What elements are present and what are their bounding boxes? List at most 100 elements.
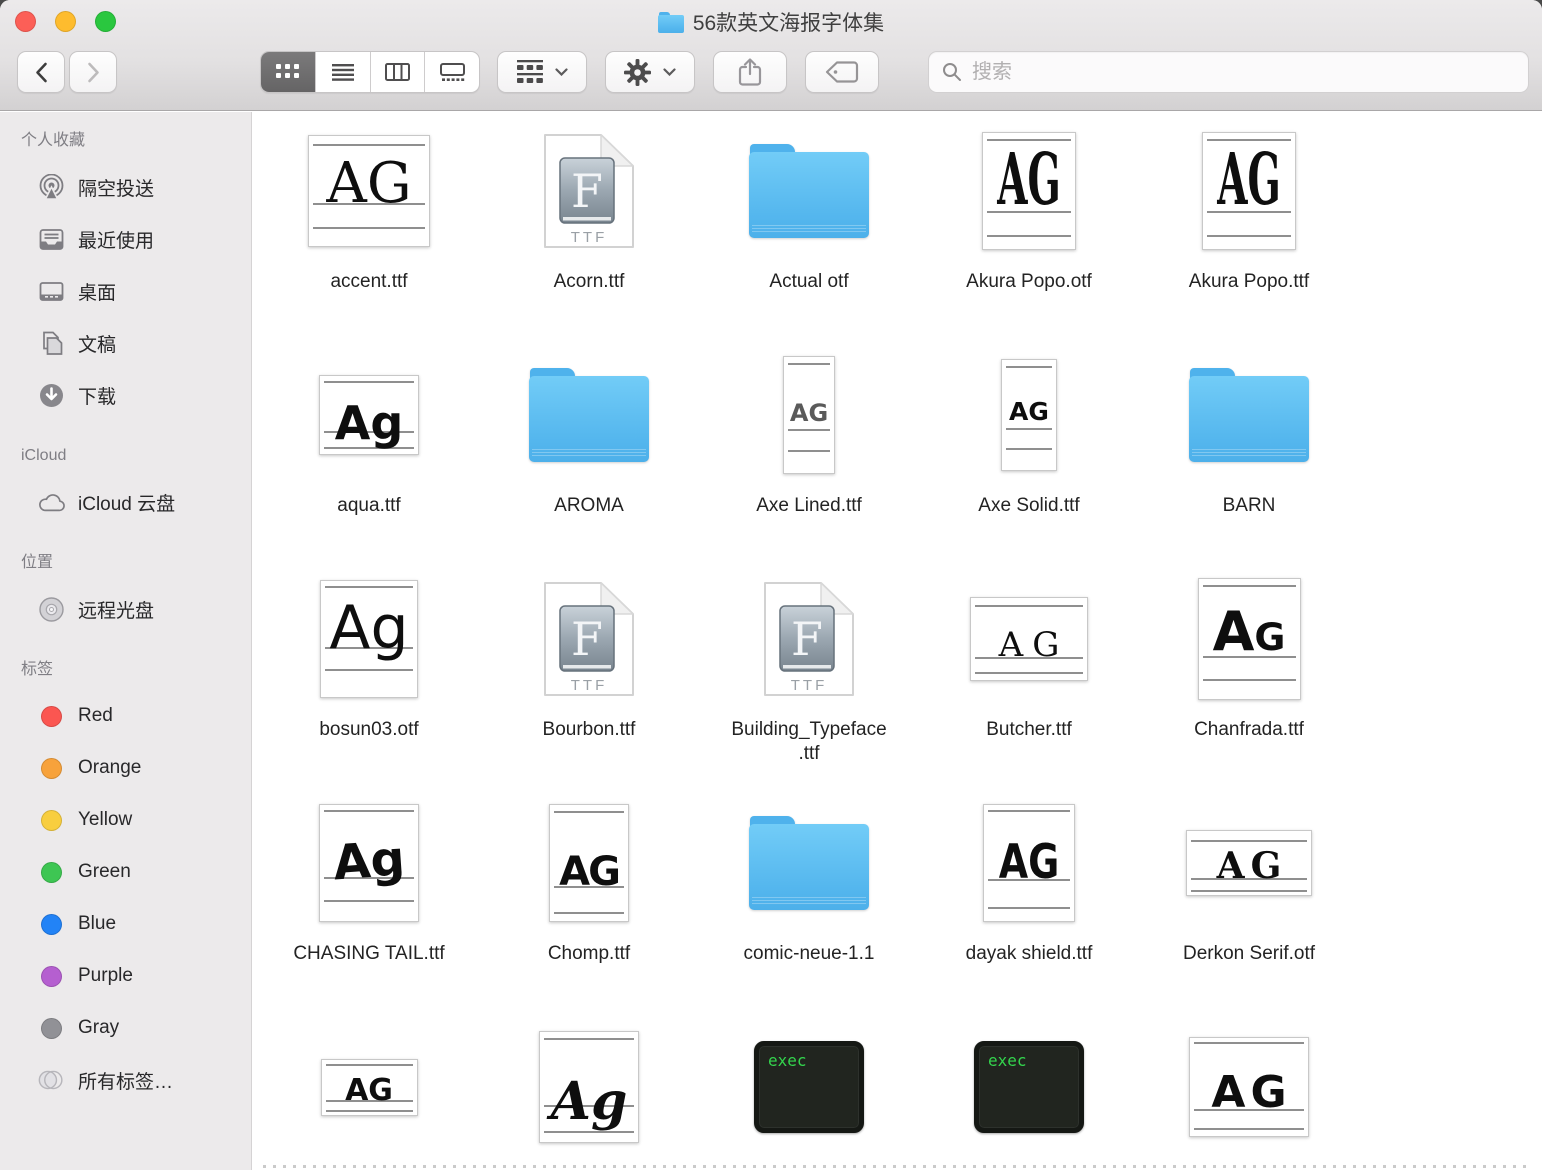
sidebar-item-airdrop[interactable]: 隔空投送 — [0, 161, 251, 213]
back-button[interactable] — [17, 51, 65, 93]
sidebar-item-all-tags[interactable]: 所有标签… — [0, 1054, 251, 1106]
view-columns-segment[interactable] — [371, 52, 426, 92]
preview-letters: Ag — [540, 1071, 638, 1132]
preview-letters: Ag — [320, 396, 418, 450]
sidebar-section-header: 标签 — [0, 658, 251, 682]
file-item[interactable]: AG — [1139, 1017, 1359, 1170]
sidebar-item-label: 文稿 — [78, 330, 116, 357]
window-title-area: 56款英文海报字体集 — [0, 9, 1542, 35]
file-item[interactable]: AGaccent.ttf — [259, 121, 479, 345]
file-item[interactable]: comic-neue-1.1 — [699, 793, 919, 1017]
sidebar-item-tag-green[interactable]: Green — [0, 846, 251, 898]
group-by-button[interactable] — [497, 51, 587, 93]
file-item[interactable]: AGAkura Popo.ttf — [1139, 121, 1359, 345]
tag-color-dot — [41, 966, 62, 987]
sidebar-item-tag-orange[interactable]: Orange — [0, 742, 251, 794]
preview-letters: Ag — [318, 830, 420, 893]
sidebar-item-remote-disc[interactable]: 远程光盘 — [0, 583, 251, 635]
search-icon — [942, 62, 962, 82]
file-name: bosun03.otf — [259, 718, 479, 742]
font-preview-icon: AG — [1001, 359, 1057, 471]
search-input[interactable] — [970, 60, 1490, 85]
tag-button[interactable] — [805, 51, 879, 93]
file-item[interactable]: BARN — [1139, 345, 1359, 569]
file-item[interactable]: AGChanfrada.ttf — [1139, 569, 1359, 793]
tag-icon — [825, 61, 859, 83]
file-icon-area: AG — [919, 345, 1139, 485]
file-icon-area: Ag — [259, 793, 479, 933]
file-item[interactable]: AGDerkon Serif.otf — [1139, 793, 1359, 1017]
file-item[interactable]: AGButcher.ttf — [919, 569, 1139, 793]
folder-icon — [749, 144, 869, 238]
chevron-right-icon — [86, 62, 101, 83]
file-item[interactable]: AROMA — [479, 345, 699, 569]
file-item[interactable]: Ag — [479, 1017, 699, 1170]
font-preview-icon: AG — [321, 1059, 418, 1116]
folder-proxy-icon[interactable] — [658, 12, 684, 33]
view-mode-segmented-control — [260, 51, 480, 93]
tag-color-dot — [41, 862, 62, 883]
file-icon-area: AG — [699, 345, 919, 485]
sidebar-item-documents[interactable]: 文稿 — [0, 317, 251, 369]
sidebar-item-label: 桌面 — [78, 278, 116, 305]
svg-text:TTF: TTF — [571, 677, 608, 694]
font-preview-icon: Ag — [320, 580, 418, 698]
file-name: Axe Solid.ttf — [919, 494, 1139, 518]
sidebar-item-tag-gray[interactable]: Gray — [0, 1002, 251, 1054]
documents-icon — [38, 330, 65, 357]
search-field[interactable] — [928, 51, 1529, 93]
share-button[interactable] — [713, 51, 787, 93]
gallery-view-icon — [440, 63, 465, 81]
file-name: Axe Lined.ttf — [699, 494, 919, 518]
sidebar-item-label: 下载 — [78, 382, 116, 409]
sidebar: 个人收藏隔空投送最近使用桌面文稿下载iCloudiCloud 云盘位置远程光盘标… — [0, 112, 252, 1170]
cloud-icon — [38, 489, 65, 516]
file-item[interactable]: Actual otf — [699, 121, 919, 345]
folder-icon — [529, 368, 649, 462]
file-icon-area: AG — [259, 1017, 479, 1157]
sidebar-item-recents[interactable]: 最近使用 — [0, 213, 251, 265]
file-item[interactable]: AGdayak shield.ttf — [919, 793, 1139, 1017]
file-name: aqua.ttf — [259, 494, 479, 518]
preview-letters: AG — [971, 625, 1087, 665]
file-item[interactable]: Ag aqua.ttf — [259, 345, 479, 569]
file-item[interactable]: AGAkura Popo.otf — [919, 121, 1139, 345]
file-item[interactable]: exec — [699, 1017, 919, 1170]
sidebar-item-tag-red[interactable]: Red — [0, 690, 251, 742]
file-item[interactable]: AgCHASING TAIL.ttf — [259, 793, 479, 1017]
file-item[interactable]: F TTF Bourbon.ttf — [479, 569, 699, 793]
file-icon-area: AG — [1139, 121, 1359, 261]
file-item[interactable]: AGChomp.ttf — [479, 793, 699, 1017]
sidebar-item-downloads[interactable]: 下载 — [0, 369, 251, 421]
file-item[interactable]: AG Axe Lined.ttf — [699, 345, 919, 569]
file-item[interactable]: Ag bosun03.otf — [259, 569, 479, 793]
file-icon-area: AG — [1139, 569, 1359, 709]
font-preview-icon: AG — [783, 356, 835, 474]
sidebar-item-tag-yellow[interactable]: Yellow — [0, 794, 251, 846]
tag-circle-icon — [38, 807, 65, 834]
exec-label: exec — [988, 1051, 1027, 1070]
view-list-segment[interactable] — [316, 52, 371, 92]
action-menu-button[interactable] — [605, 51, 695, 93]
preview-letters: AG — [1199, 600, 1300, 663]
file-item[interactable]: F TTF Acorn.ttf — [479, 121, 699, 345]
file-item[interactable]: AG Axe Solid.ttf — [919, 345, 1139, 569]
tag-color-dot — [41, 758, 62, 779]
preview-letters: AG — [1002, 397, 1056, 426]
view-icons-segment[interactable] — [261, 52, 316, 92]
sidebar-item-tag-blue[interactable]: Blue — [0, 898, 251, 950]
file-item[interactable]: AG — [259, 1017, 479, 1170]
file-item[interactable]: exec — [919, 1017, 1139, 1170]
sidebar-item-desktop[interactable]: 桌面 — [0, 265, 251, 317]
sidebar-item-icloud-drive[interactable]: iCloud 云盘 — [0, 476, 251, 528]
sidebar-item-label: Gray — [78, 1017, 119, 1039]
forward-button[interactable] — [69, 51, 117, 93]
file-icon-area: AG — [919, 793, 1139, 933]
sidebar-item-label: Red — [78, 705, 113, 727]
view-gallery-segment[interactable] — [425, 52, 479, 92]
sidebar-item-tag-purple[interactable]: Purple — [0, 950, 251, 1002]
sidebar-section-header: 个人收藏 — [0, 129, 251, 153]
file-item[interactable]: F TTF Building_Typeface.ttf — [699, 569, 919, 793]
sidebar-item-label: 最近使用 — [78, 226, 154, 253]
ttf-file-icon: F TTF — [543, 133, 635, 249]
